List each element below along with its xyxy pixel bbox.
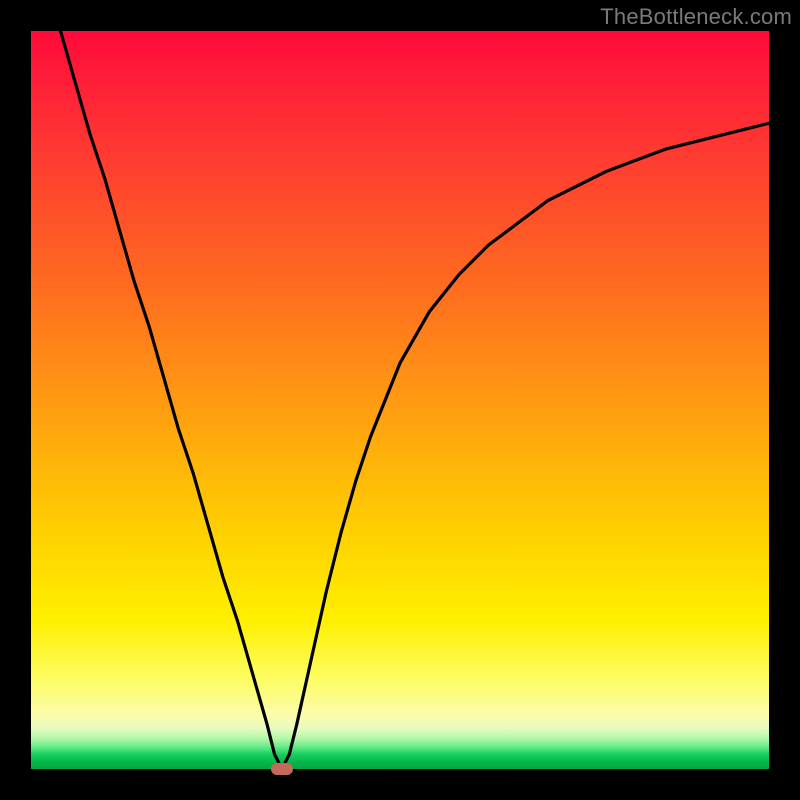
bottleneck-curve — [31, 31, 769, 769]
watermark-text: TheBottleneck.com — [600, 4, 792, 30]
minimum-marker — [271, 763, 293, 775]
chart-frame: TheBottleneck.com — [0, 0, 800, 800]
plot-area — [31, 31, 769, 769]
